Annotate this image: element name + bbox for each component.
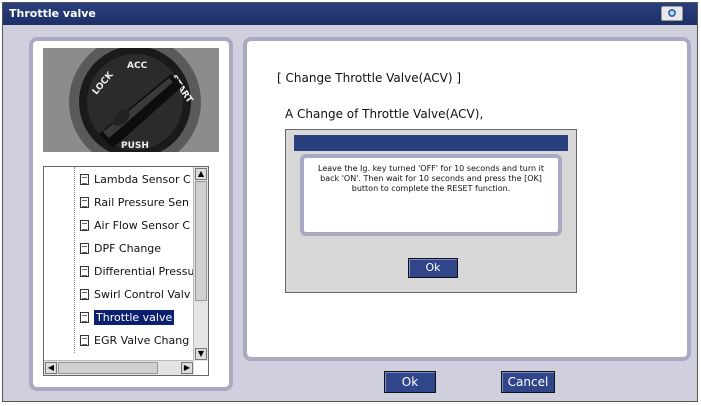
vertical-scrollbar[interactable]: ▲ ▼ (193, 167, 208, 361)
dialog-message: Leave the Ig. key turned 'OFF' for 10 se… (318, 164, 544, 193)
tree-item-selected[interactable]: Throttle valve (80, 308, 198, 328)
dialog-ok-button[interactable]: Ok (408, 258, 458, 278)
document-icon (80, 289, 89, 300)
tree-item-label: Rail Pressure Sen (94, 196, 189, 209)
vertical-scroll-thumb[interactable] (195, 181, 207, 301)
page-subheading: A Change of Throttle Valve(ACV), (285, 107, 484, 121)
tree-item[interactable]: Air Flow Sensor C (80, 216, 198, 236)
document-icon (80, 197, 89, 208)
scroll-down-arrow-icon[interactable]: ▼ (195, 348, 207, 360)
throttle-valve-window: Throttle valve LOCK ACC START PUSH Lambd… (2, 2, 698, 402)
function-tree: Lambda Sensor C Rail Pressure Sen Air Fl… (43, 166, 209, 376)
horizontal-scrollbar[interactable]: ◀ ▶ (44, 360, 194, 375)
document-icon (80, 243, 89, 254)
tree-item[interactable]: Rail Pressure Sen (80, 193, 198, 213)
document-icon (80, 312, 89, 323)
document-icon (80, 174, 89, 185)
document-icon (80, 266, 89, 277)
tree-item-label: Air Flow Sensor C (94, 219, 191, 232)
document-icon (80, 220, 89, 231)
tree-item[interactable]: EGR Valve Chang (80, 331, 198, 351)
tree-item-label: Swirl Control Valv (94, 288, 191, 301)
page-heading: [ Change Throttle Valve(ACV) ] (277, 71, 462, 85)
tree-item-label: Lambda Sensor C (94, 173, 191, 186)
reset-dialog: Leave the Ig. key turned 'OFF' for 10 se… (285, 129, 577, 293)
tree-connector-line (74, 167, 75, 353)
content-panel: [ Change Throttle Valve(ACV) ] A Change … (243, 37, 691, 361)
horizontal-scroll-thumb[interactable] (58, 362, 158, 374)
scroll-up-arrow-icon[interactable]: ▲ (195, 168, 207, 180)
acc-label: ACC (127, 61, 148, 71)
window-title: Throttle valve (9, 7, 96, 20)
dialog-message-box: Leave the Ig. key turned 'OFF' for 10 se… (300, 154, 562, 236)
camera-icon[interactable] (661, 6, 683, 21)
push-label: PUSH (121, 141, 149, 151)
tree-item[interactable]: Swirl Control Valv (80, 285, 198, 305)
tree-item-label: Differential Pressu (94, 265, 195, 278)
left-panel: LOCK ACC START PUSH Lambda Sensor C Rail… (29, 37, 233, 391)
tree-item-label: DPF Change (94, 242, 162, 255)
tree-item[interactable]: DPF Change (80, 239, 198, 259)
ok-button[interactable]: Ok (384, 371, 436, 393)
tree-item-label: EGR Valve Chang (94, 334, 190, 347)
document-icon (80, 335, 89, 346)
dialog-title-bar (294, 135, 568, 151)
ignition-key-photo: LOCK ACC START PUSH (43, 48, 219, 152)
scroll-left-arrow-icon[interactable]: ◀ (45, 362, 57, 374)
title-bar: Throttle valve (3, 3, 697, 25)
tree-item-label: Throttle valve (94, 310, 175, 325)
tree-item[interactable]: Differential Pressu (80, 262, 198, 282)
cancel-button[interactable]: Cancel (501, 371, 555, 393)
tree-item[interactable]: Lambda Sensor C (80, 170, 198, 190)
scroll-right-arrow-icon[interactable]: ▶ (181, 362, 193, 374)
